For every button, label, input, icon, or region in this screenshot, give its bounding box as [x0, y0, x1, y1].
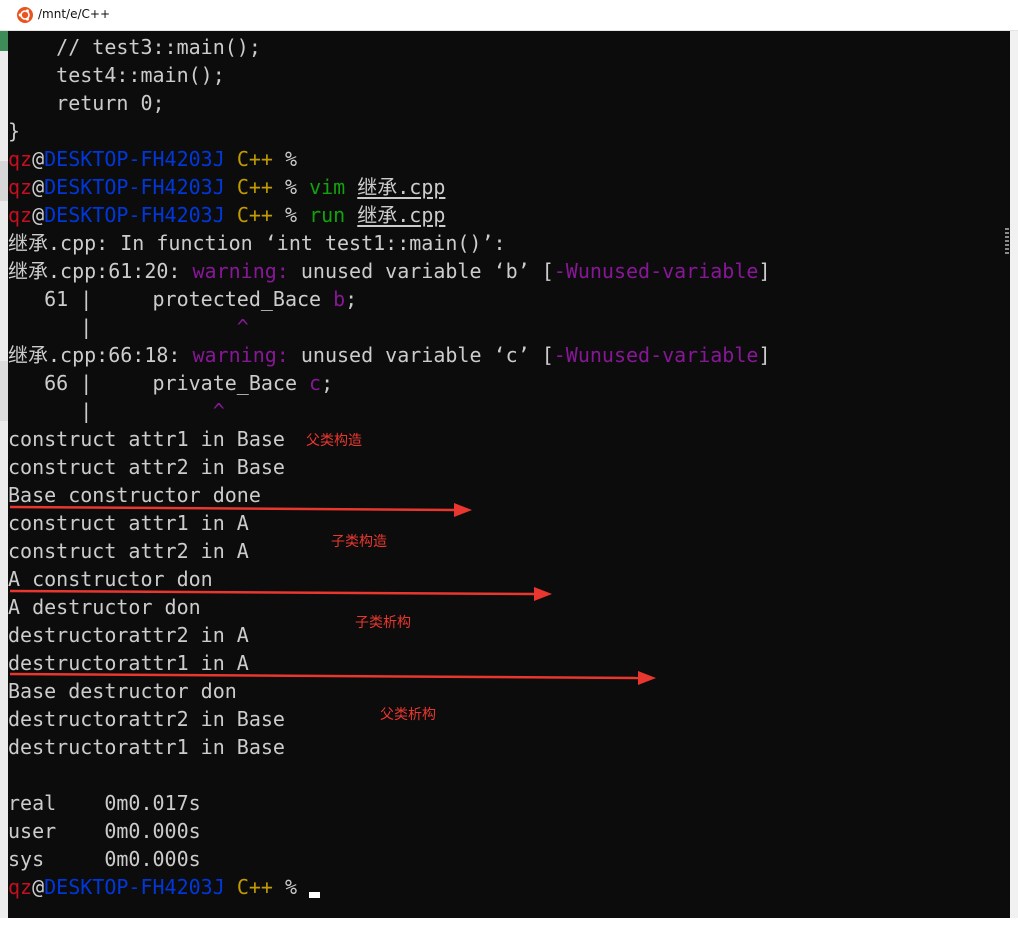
- ubuntu-icon: [17, 7, 33, 23]
- annotation-arrow: [9, 672, 641, 680]
- scroll-marker: [1005, 240, 1009, 242]
- scroll-marker: [1005, 228, 1009, 230]
- annotation-child-destruct: 子类析构: [355, 615, 411, 631]
- scroll-marker: [1005, 236, 1009, 238]
- annotation-arrows: [9, 503, 656, 685]
- scroll-marker: [1005, 248, 1009, 250]
- annotation-parent-destruct: 父类析构: [380, 707, 436, 723]
- terminal-window[interactable]: // test3::main(); test4::main(); return …: [8, 31, 1010, 918]
- scroll-marker: [1005, 244, 1009, 246]
- annotation-parent-construct: 父类构造: [306, 433, 362, 449]
- annotation-arrow: [9, 589, 537, 596]
- scroll-marker: [1005, 232, 1009, 234]
- scrollbar[interactable]: [1010, 31, 1018, 918]
- annotation-child-construct: 子类构造: [331, 534, 387, 550]
- annotation-arrow: [9, 505, 457, 512]
- scroll-marker: [1005, 252, 1009, 254]
- annotation-arrowhead: [454, 503, 472, 517]
- window-title: /mnt/e/C++: [38, 7, 110, 21]
- background-window-edge: [0, 31, 8, 926]
- background-window-edge: [0, 918, 1018, 926]
- annotation-arrowhead: [638, 671, 656, 685]
- title-bar: /mnt/e/C++: [0, 0, 1018, 31]
- annotation-arrowhead: [534, 587, 552, 601]
